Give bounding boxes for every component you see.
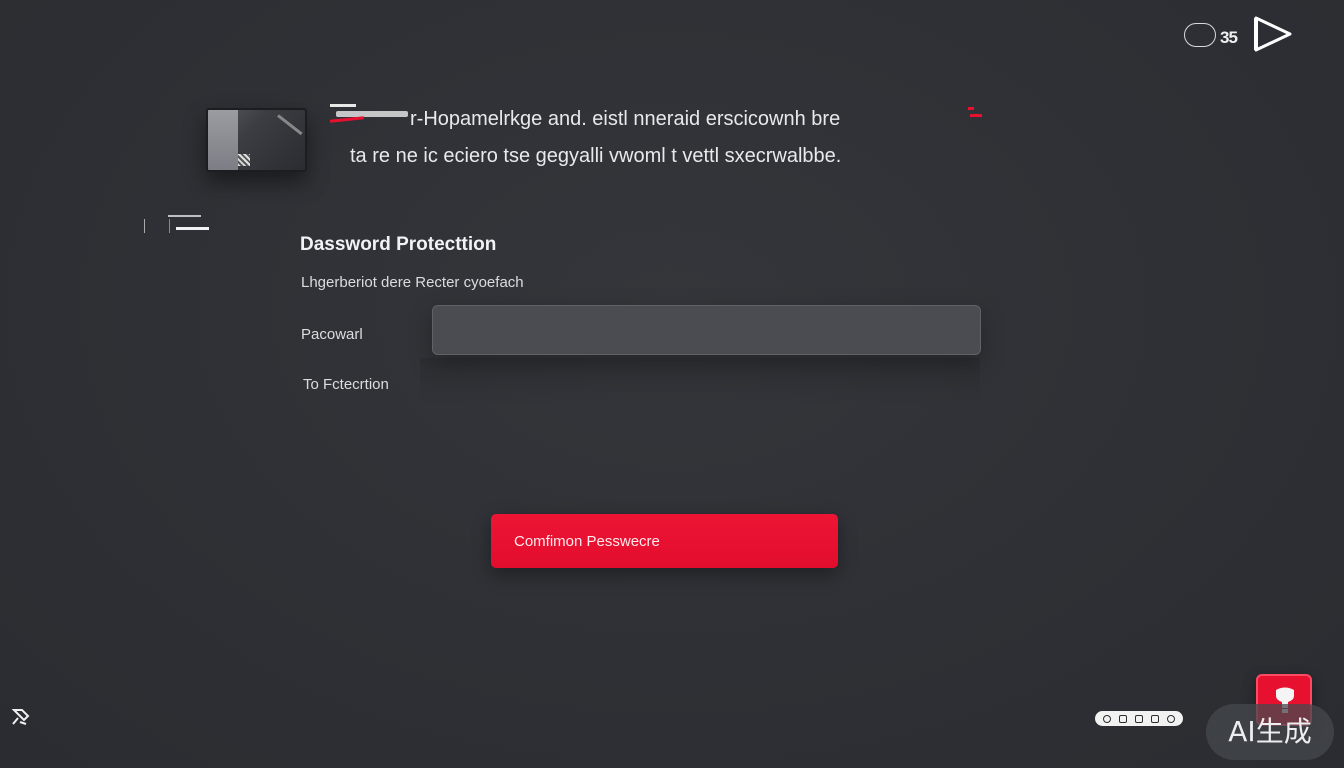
pin-icon[interactable] (10, 706, 32, 728)
password-input[interactable] (432, 305, 981, 355)
top-right-controls: 35 (1180, 14, 1300, 54)
status-pill[interactable] (1095, 711, 1183, 726)
status-box-icon (1151, 714, 1159, 723)
top-counter: 35 (1220, 28, 1238, 47)
header-thumbnail (206, 108, 307, 172)
side-marker-icon (144, 213, 214, 235)
input-shadow (420, 358, 980, 408)
status-dot-icon (1167, 714, 1175, 723)
cloud-icon[interactable] (1184, 23, 1216, 47)
password-label: Pacowarl (301, 326, 363, 343)
section-title: Dassword Protecttion (300, 234, 497, 255)
protection-link[interactable]: To Fctecrtion (303, 376, 389, 393)
status-grid-icon (1135, 714, 1143, 723)
header-red-dash-icon (966, 106, 982, 120)
play-icon[interactable] (1250, 16, 1294, 57)
ai-generated-watermark: AI生成 (1206, 704, 1334, 760)
section-description: Lhgerberiot dere Recter cyoefach (301, 274, 524, 291)
status-flag-icon (1119, 714, 1127, 723)
confirm-password-button[interactable]: Comfimon Pesswecre (491, 514, 838, 568)
header-text-line-2: ta re ne ic eciero tse gegyalli vwoml t … (350, 145, 842, 167)
thumbnail-pattern (238, 154, 250, 166)
status-circle-icon (1103, 714, 1111, 723)
header-accent-mark (329, 104, 410, 126)
thumbnail-panel (208, 110, 238, 170)
header-text-line-1: r-Hopamelrkge and. eistl nneraid erscico… (410, 108, 841, 130)
thumbnail-stroke (277, 114, 303, 136)
